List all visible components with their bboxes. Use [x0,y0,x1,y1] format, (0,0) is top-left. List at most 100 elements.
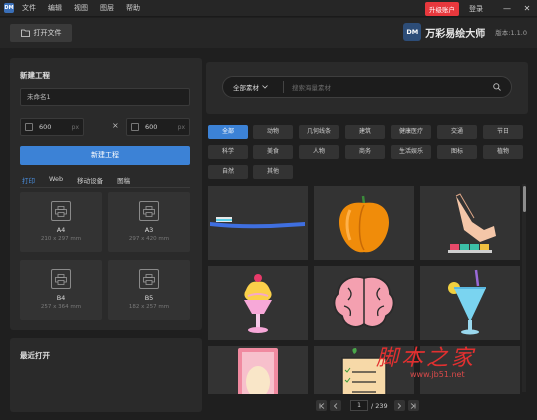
height-input[interactable]: 600 px [126,118,190,136]
category-architecture[interactable]: 建筑 [345,125,385,139]
menu-edit[interactable]: 编辑 [48,3,62,13]
asset-hand-pointing[interactable] [420,186,520,260]
category-festival[interactable]: 节日 [483,125,523,139]
times-sign: × [112,121,119,130]
gallery-scroll-thumb[interactable] [523,186,526,212]
hand-pointing-image [448,193,496,253]
chevron-down-icon [262,85,268,89]
width-unit: px [71,123,79,131]
toolbar: 打开文件 DM 万彩易绘大师 版本:1.1.0 [0,18,537,48]
upgrade-account-button[interactable]: 升级账户 [425,1,459,16]
first-page-icon [319,402,324,409]
asset-brain[interactable] [314,266,414,340]
login-link[interactable]: 登录 [469,4,483,14]
preset-name: A3 [144,226,154,234]
preset-name: B4 [56,294,66,302]
category-geometric[interactable]: 几何线条 [299,125,339,139]
category-lifestyle[interactable]: 生活娱乐 [391,145,431,159]
menu-help[interactable]: 帮助 [126,3,140,13]
minimize-icon[interactable]: — [497,4,517,13]
search-bar: 全部素材 搜索海量素材 [222,76,512,98]
height-unit: px [177,123,185,131]
category-animals[interactable]: 动物 [253,125,293,139]
ice-cream-image [244,274,272,333]
watermark-title: 脚本之家 [376,346,477,371]
category-other[interactable]: 其他 [253,165,293,179]
category-all[interactable]: 全部 [208,125,248,139]
watermark: 脚本之家 www.jb51.net [376,340,536,384]
last-page-button[interactable] [407,400,419,411]
version-label: 版本:1.1.0 [495,29,527,37]
search-input[interactable]: 搜索海量素材 [292,82,493,92]
width-input[interactable]: 600 px [20,118,84,136]
folder-icon [20,29,30,37]
width-value: 600 [39,123,52,131]
preset-card-a4[interactable]: A4 210 x 297 mm [20,192,102,252]
menu-file[interactable]: 文件 [22,3,36,13]
asset-ice-cream[interactable] [208,266,308,340]
project-name-input[interactable]: 未命名1 [20,88,190,106]
preset-card-b5[interactable]: B5 182 x 257 mm [108,260,190,320]
category-nature[interactable]: 自然 [208,165,248,179]
face-mask-image [238,348,278,394]
category-select-label: 全部素材 [233,84,259,92]
cocktail-image [448,269,486,335]
app-window: DM 文件 编辑 视图 图层 帮助 升级账户 登录 — ✕ 打开文件 DM 万彩… [0,0,537,420]
open-file-label: 打开文件 [33,29,62,37]
height-lock-icon [131,123,139,131]
new-project-title: 新建工程 [20,71,50,80]
category-business[interactable]: 商务 [345,145,385,159]
preset-size: 182 x 257 mm [128,304,170,310]
preset-name: B5 [144,294,154,302]
chevron-left-icon [333,402,337,409]
search-separator [283,81,284,93]
menu-layer[interactable]: 图层 [100,3,114,13]
brand-logo: DM [403,23,422,41]
open-file-button[interactable]: 打开文件 [10,24,72,42]
category-health[interactable]: 健康医疗 [391,125,431,139]
bell-pepper-image [339,195,389,253]
asset-bell-pepper[interactable] [314,186,414,260]
brain-image [333,276,395,328]
printer-icon [51,201,71,221]
brand: DM 万彩易绘大师 版本:1.1.0 [403,23,527,41]
preset-card-b4[interactable]: B4 257 x 364 mm [20,260,102,320]
category-people[interactable]: 人物 [299,145,339,159]
printer-icon [139,201,159,221]
tab-divider [20,187,190,188]
preset-size: 297 x 420 mm [128,236,170,242]
toothbrush-image [210,217,305,229]
asset-face-mask[interactable] [208,346,308,394]
create-project-button[interactable]: 新建工程 [20,146,190,165]
pagination: 1 / 239 [316,400,422,411]
app-icon: DM [4,3,14,13]
prev-page-button[interactable] [330,400,341,411]
category-select[interactable]: 全部素材 [233,82,279,92]
menu-bar: 文件 编辑 视图 图层 帮助 [22,3,152,13]
new-project-panel: 新建工程 未命名1 600 px × 600 px 新建工程 打印 Web 移动… [10,58,202,330]
category-traffic[interactable]: 交通 [437,125,477,139]
search-panel: 全部素材 搜索海量素材 [206,62,528,114]
printer-icon [51,269,71,289]
title-bar-right: 升级账户 登录 — ✕ [425,0,537,17]
first-page-button[interactable] [316,400,327,411]
recent-title: 最近打开 [20,351,50,360]
page-input[interactable]: 1 [350,400,368,411]
title-bar: DM 文件 编辑 视图 图层 帮助 升级账户 登录 — ✕ [0,0,537,17]
category-food[interactable]: 美食 [253,145,293,159]
category-science[interactable]: 科学 [208,145,248,159]
asset-cocktail[interactable] [420,266,520,340]
brand-name: 万彩易绘大师 [425,28,486,40]
category-icons[interactable]: 图标 [437,145,477,159]
next-page-button[interactable] [393,400,405,411]
preset-card-a3[interactable]: A3 297 x 420 mm [108,192,190,252]
preset-size: 257 x 364 mm [40,304,82,310]
printer-icon [139,269,159,289]
category-plants[interactable]: 植物 [483,145,523,159]
recent-panel: 最近打开 [10,338,202,412]
category-filters: 全部 动物 几何线条 建筑 健康医疗 交通 节日 科学 美食 人物 商务 生活娱… [206,120,528,180]
menu-view[interactable]: 视图 [74,3,88,13]
search-icon[interactable] [493,83,501,91]
asset-toothbrush[interactable] [208,186,308,260]
close-icon[interactable]: ✕ [517,4,537,13]
